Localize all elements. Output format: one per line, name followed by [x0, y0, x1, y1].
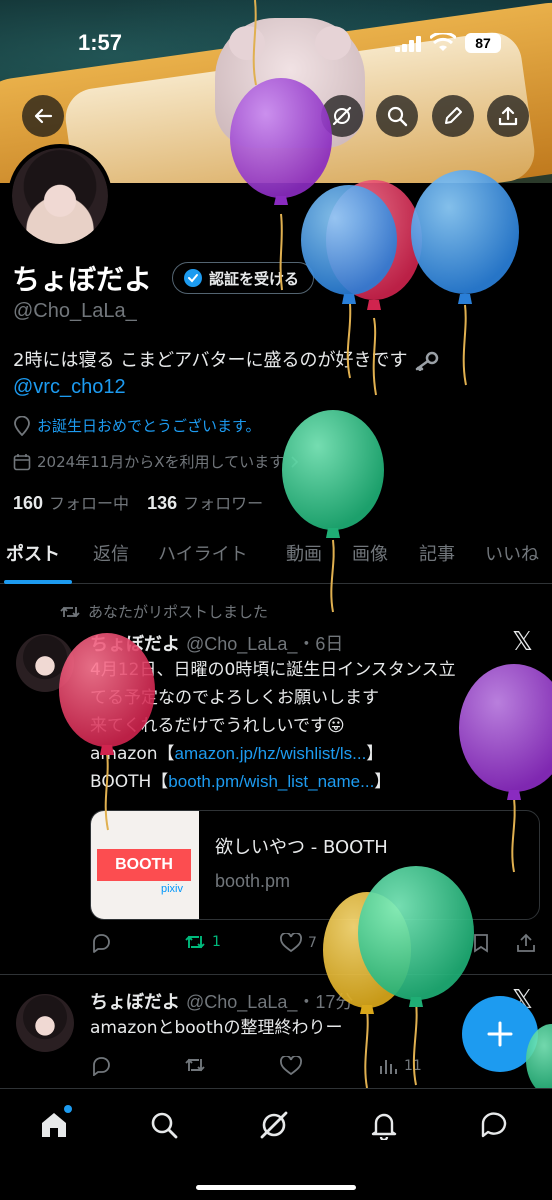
nav-search[interactable]: [144, 1105, 184, 1145]
balloon-green: [526, 1024, 552, 1088]
bell-icon: [371, 1113, 397, 1140]
grok-icon: [260, 1111, 288, 1139]
balloon-green: [282, 410, 384, 613]
home-icon: [42, 1113, 66, 1137]
bottom-navigation: [0, 1088, 552, 1200]
balloon-green: [358, 866, 474, 1086]
nav-notifications[interactable]: [364, 1105, 404, 1145]
home-notification-dot: [64, 1105, 72, 1113]
nav-messages[interactable]: [474, 1105, 514, 1145]
home-indicator: [196, 1185, 356, 1190]
balloon-purple: [459, 664, 552, 873]
messages-icon: [481, 1112, 507, 1138]
birthday-balloons: [59, 0, 552, 1088]
balloon-red: [59, 633, 155, 831]
balloon-string: [252, 0, 257, 86]
search-icon: [151, 1112, 178, 1139]
balloon-blue: [411, 170, 519, 386]
nav-grok[interactable]: [254, 1105, 294, 1145]
